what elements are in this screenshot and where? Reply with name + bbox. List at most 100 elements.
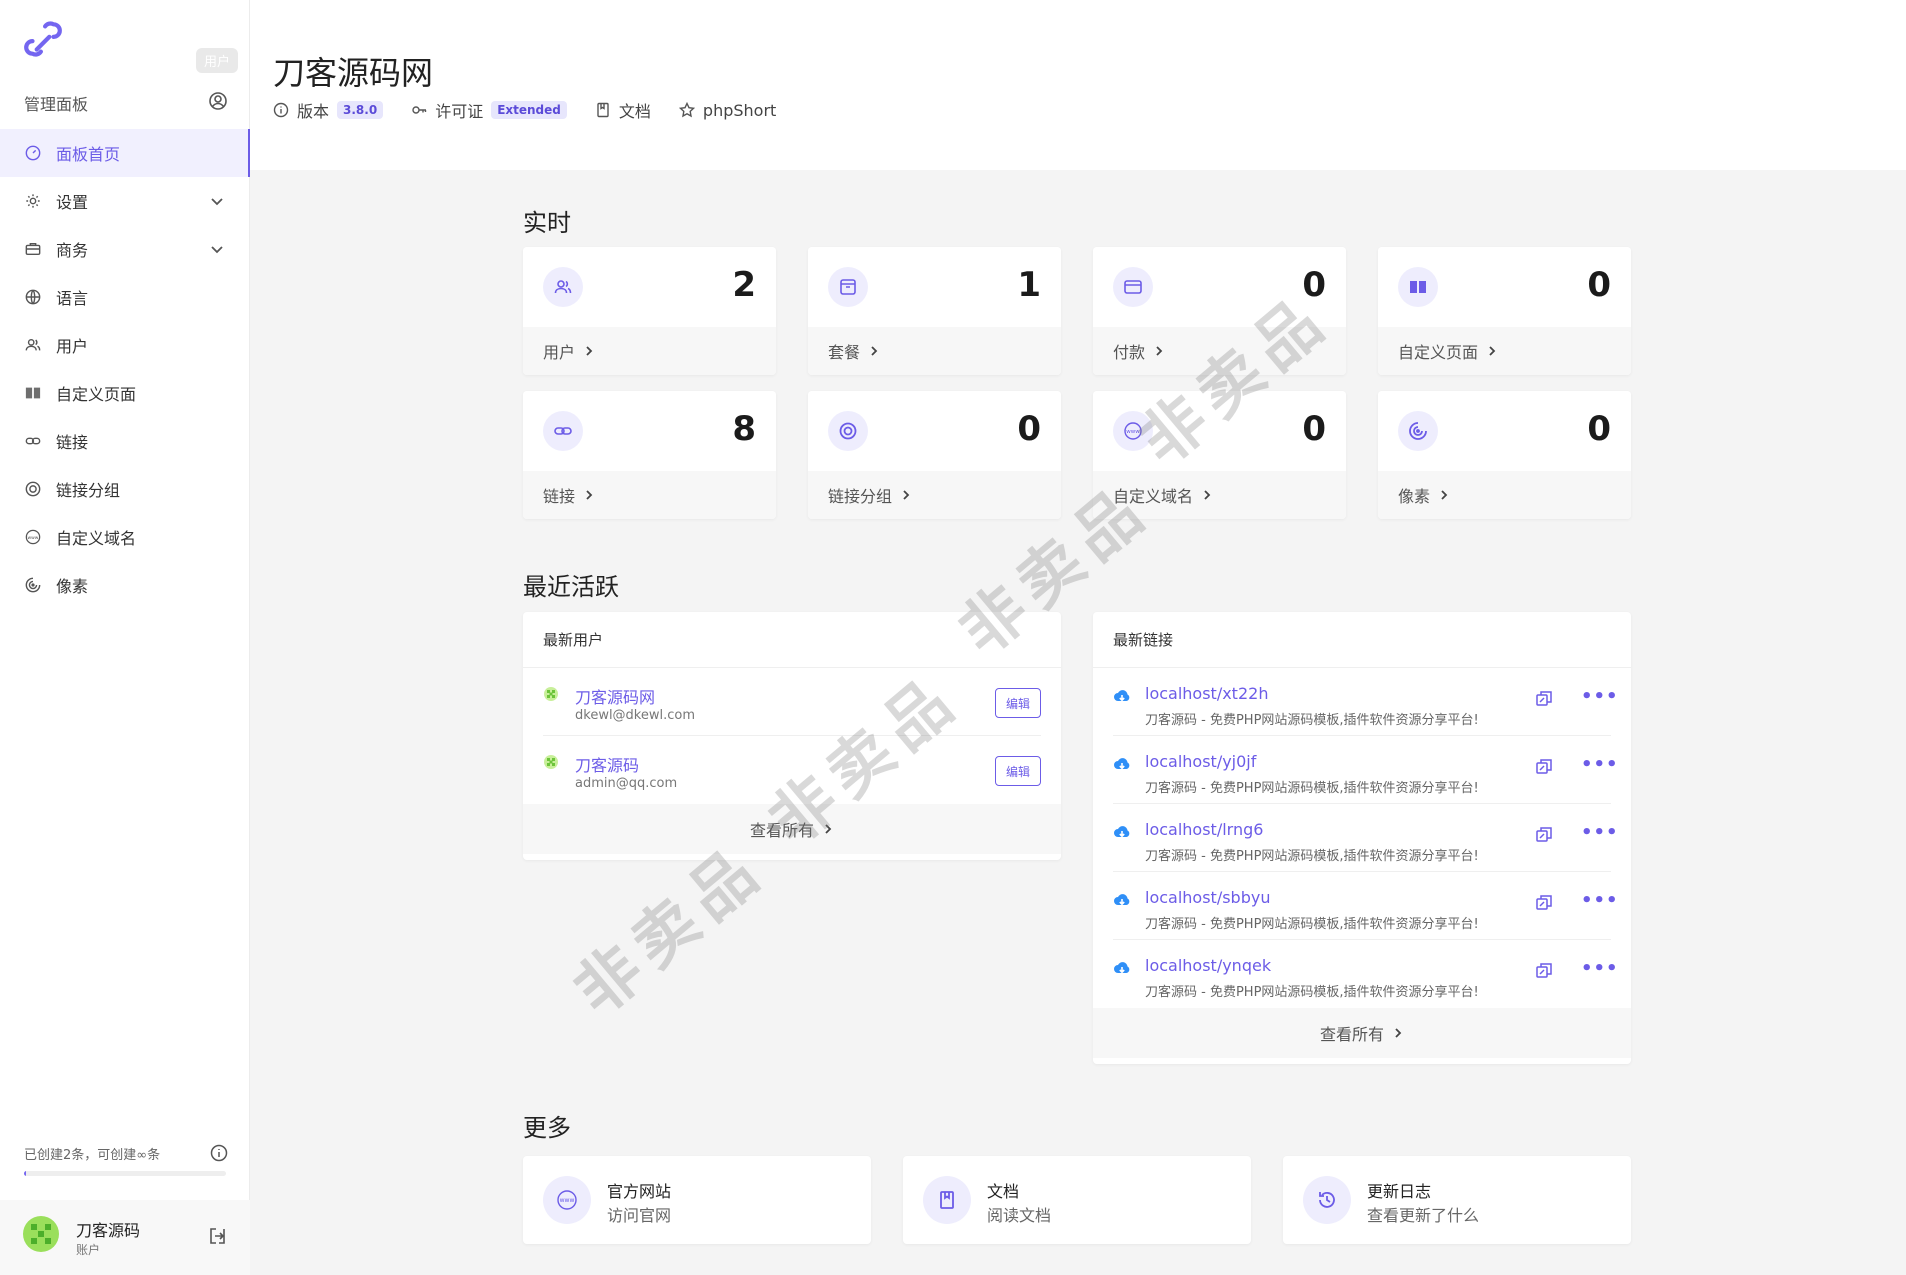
more-card-title: 文档	[987, 1182, 1020, 1201]
sidebar-item-links[interactable]: 链接	[0, 417, 250, 465]
sidebar-item-business[interactable]: 商务	[0, 225, 250, 273]
more-card-subtitle: 阅读文档	[987, 1206, 1052, 1225]
short-link[interactable]: localhost/yj0jf	[1145, 752, 1256, 771]
short-link[interactable]: localhost/ynqek	[1145, 956, 1271, 975]
logo-icon[interactable]	[22, 18, 64, 60]
stat-card-plans[interactable]: 1 套餐	[808, 247, 1061, 375]
more-options-button[interactable]: •••	[1581, 822, 1618, 846]
docs-card[interactable]: 文档 阅读文档	[903, 1156, 1251, 1244]
more-options-button[interactable]: •••	[1581, 686, 1618, 710]
info-icon[interactable]	[210, 1144, 228, 1162]
globe-icon	[24, 288, 42, 306]
header-meta: 版本 3.8.0 许可证 Extended 文档 phpShort	[273, 98, 804, 122]
more-options-button[interactable]: •••	[1581, 754, 1618, 778]
svg-text:www: www	[560, 1197, 575, 1204]
account-name: 刀客源码	[76, 1221, 141, 1240]
briefcase-icon	[24, 240, 42, 258]
copy-icon[interactable]	[1535, 962, 1553, 980]
edit-user-button[interactable]: 编辑	[995, 688, 1041, 718]
panel-title: 管理面板	[24, 95, 89, 114]
view-all-label: 查看所有	[1319, 1025, 1384, 1044]
stat-label: 链接	[543, 487, 576, 506]
recent-title: 最近活跃	[523, 573, 619, 601]
user-name-link[interactable]: 刀客源码网	[575, 684, 655, 708]
chevron-down-icon	[210, 241, 224, 255]
stat-card-links[interactable]: 8 链接	[523, 391, 776, 519]
logout-icon[interactable]	[208, 1226, 228, 1246]
stat-value: 0	[1302, 409, 1326, 449]
product-link[interactable]: phpShort	[678, 101, 776, 120]
sidebar-item-settings[interactable]: 设置	[0, 177, 250, 225]
copy-icon[interactable]	[1535, 826, 1553, 844]
chevron-right-icon	[903, 490, 910, 500]
chevron-down-icon	[210, 193, 224, 207]
sidebar-item-language[interactable]: 语言	[0, 273, 250, 321]
more-options-button[interactable]: •••	[1581, 890, 1618, 914]
copy-icon[interactable]	[1535, 690, 1553, 708]
short-link[interactable]: localhost/sbbyu	[1145, 888, 1270, 907]
account-section[interactable]: 刀客源码 账户	[0, 1200, 250, 1275]
sidebar: 用户 管理面板 面板首页 设置 商务 语言 用户 自定义页面 链接 链接分组 w…	[0, 0, 250, 1275]
sidebar-item-pixels[interactable]: 像素	[0, 561, 250, 609]
edit-user-button[interactable]: 编辑	[995, 756, 1041, 786]
quota-text: 已创建2条，可创建∞条	[24, 1148, 161, 1163]
link-description: 刀客源码 - 免费PHP网站源码模板,插件软件资源分享平台!	[1145, 849, 1479, 864]
sidebar-item-label: 设置	[56, 193, 89, 212]
stat-card-pixels[interactable]: 0 像素	[1378, 391, 1631, 519]
sidebar-item-dashboard[interactable]: 面板首页	[0, 129, 250, 177]
realtime-title: 实时	[523, 209, 571, 237]
more-options-button[interactable]: •••	[1581, 958, 1618, 982]
www-icon: www	[543, 1176, 591, 1224]
stat-card-pages[interactable]: 0 自定义页面	[1378, 247, 1631, 375]
list-item: localhost/lrng6 刀客源码 - 免费PHP网站源码模板,插件软件资源…	[1113, 804, 1618, 872]
stat-label: 像素	[1398, 487, 1431, 506]
short-link[interactable]: localhost/xt22h	[1145, 684, 1268, 703]
users-icon	[24, 336, 42, 354]
sidebar-item-label: 像素	[56, 577, 89, 596]
gear-icon	[24, 192, 42, 210]
stat-card-users[interactable]: 2 用户	[523, 247, 776, 375]
sidebar-item-users[interactable]: 用户	[0, 321, 250, 369]
pixel-icon	[24, 576, 42, 594]
more-card-subtitle: 查看更新了什么	[1367, 1206, 1480, 1225]
stat-label: 自定义页面	[1398, 343, 1479, 362]
users-icon	[543, 267, 583, 307]
link-description: 刀客源码 - 免费PHP网站源码模板,插件软件资源分享平台!	[1145, 781, 1479, 796]
cloud-download-icon	[1114, 690, 1130, 702]
copy-icon[interactable]	[1535, 894, 1553, 912]
user-tooltip: 用户	[196, 48, 239, 73]
user-name-link[interactable]: 刀客源码	[575, 752, 639, 776]
copy-icon[interactable]	[1535, 758, 1553, 776]
official-site-card[interactable]: www 官方网站 访问官网	[523, 1156, 871, 1244]
sidebar-item-label: 面板首页	[56, 145, 121, 164]
avatar	[22, 1215, 60, 1253]
more-card-title: 更新日志	[1367, 1182, 1432, 1201]
stat-label: 链接分组	[828, 487, 893, 506]
docs-link[interactable]: 文档	[595, 98, 651, 122]
stat-value: 0	[1587, 409, 1611, 449]
stat-card-link-groups[interactable]: 0 链接分组	[808, 391, 1061, 519]
user-circle-icon[interactable]	[208, 91, 228, 111]
cloud-download-icon	[1114, 758, 1130, 770]
link-icon	[24, 432, 42, 450]
sidebar-item-label: 自定义页面	[56, 385, 137, 404]
sidebar-item-pages[interactable]: 自定义页面	[0, 369, 250, 417]
sidebar-item-link-groups[interactable]: 链接分组	[0, 465, 250, 513]
list-item: localhost/ynqek 刀客源码 - 免费PHP网站源码模板,插件软件资源…	[1113, 940, 1618, 1008]
quota-progress-bar	[24, 1171, 226, 1176]
pixel-icon	[1398, 411, 1438, 451]
sidebar-item-domains[interactable]: www 自定义域名	[0, 513, 250, 561]
view-all-links-link[interactable]: 查看所有	[1093, 1008, 1631, 1058]
cloud-download-icon	[1114, 894, 1130, 906]
sidebar-item-label: 语言	[56, 289, 89, 308]
chevron-right-icon	[1156, 346, 1163, 356]
list-item: localhost/sbbyu 刀客源码 - 免费PHP网站源码模板,插件软件资源…	[1113, 872, 1618, 940]
package-icon	[828, 267, 868, 307]
sidebar-item-label: 链接分组	[56, 481, 121, 500]
sidebar-item-label: 链接	[56, 433, 89, 452]
changelog-card[interactable]: 更新日志 查看更新了什么	[1283, 1156, 1631, 1244]
stat-value: 2	[732, 265, 756, 305]
link-description: 刀客源码 - 免费PHP网站源码模板,插件软件资源分享平台!	[1145, 985, 1479, 1000]
short-link[interactable]: localhost/lrng6	[1145, 820, 1263, 839]
latest-links-panel: 最新链接 localhost/xt22h 刀客源码 - 免费PHP网站源码模板,插…	[1093, 612, 1631, 1064]
